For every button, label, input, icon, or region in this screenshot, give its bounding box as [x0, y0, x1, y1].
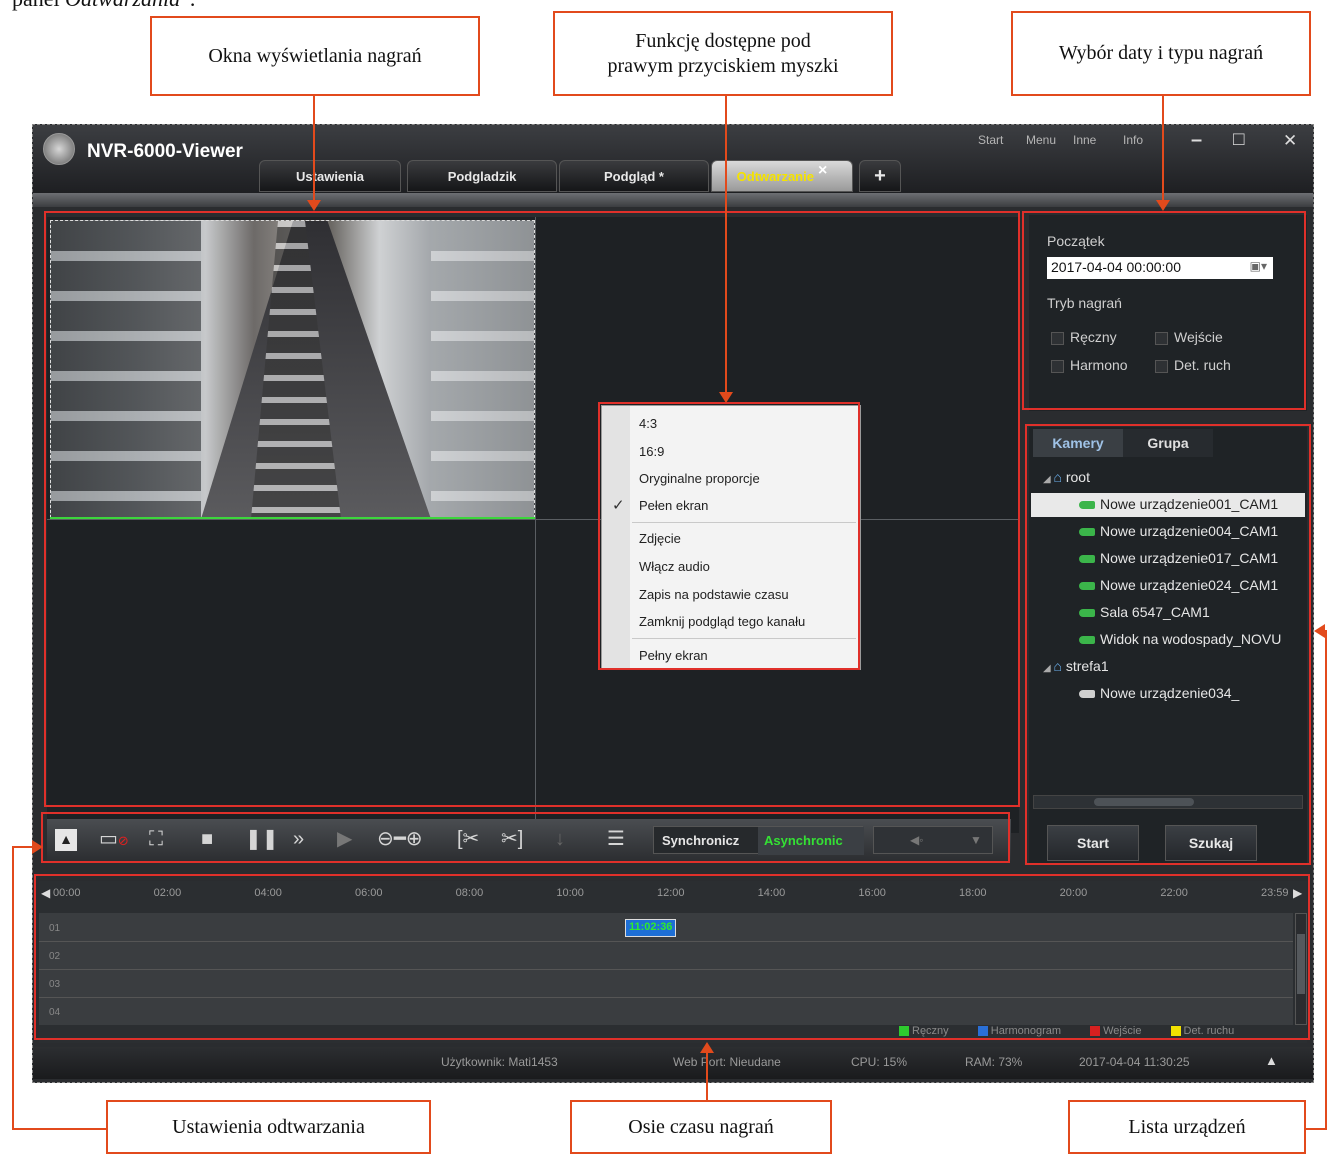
callout-playback-settings: Ustawienia odtwarzania — [106, 1100, 431, 1154]
status-datetime: 2017-04-04 11:30:25 — [1079, 1055, 1190, 1069]
callout-right-click: Funkcję dostępne pod prawym przyciskiem … — [553, 11, 893, 96]
tab-podglad[interactable]: Podgląd * — [559, 160, 709, 192]
callout-playback-settings-text: Ustawienia odtwarzania — [172, 1115, 365, 1138]
tab-podgladzik-label: Podgladzik — [447, 168, 517, 184]
arrow-icon — [32, 840, 43, 854]
callout-recording-windows-text: Okna wyświetlania nagrań — [208, 44, 422, 67]
toolbar-strip — [33, 193, 1313, 207]
doc-header: panel Odtwarzania”. — [12, 0, 195, 12]
status-cpu: CPU: 15% — [851, 1055, 908, 1069]
highlight-context-menu — [598, 402, 860, 670]
callout-right-click-line2: prawym przyciskiem myszki — [607, 54, 839, 77]
menu-inne[interactable]: Inne — [1073, 133, 1096, 147]
callout-device-list: Lista urządzeń — [1068, 1100, 1306, 1154]
leader-line — [313, 96, 315, 202]
highlight-date-panel — [1022, 211, 1306, 410]
maximize-button[interactable]: □ — [1233, 129, 1244, 151]
callout-right-click-line1: Funkcję dostępne pod — [635, 29, 811, 52]
callout-recording-windows: Okna wyświetlania nagrań — [150, 16, 480, 96]
callout-date-type: Wybór daty i typu nagrań — [1011, 11, 1311, 96]
status-bar: Użytkownik: Mati1453 Web Port: Nieudane … — [33, 1047, 1313, 1079]
leader-line — [706, 1052, 708, 1100]
highlight-video-windows — [44, 211, 1020, 807]
tab-podgladzik[interactable]: Podgladzik — [407, 160, 557, 192]
arrow-icon — [700, 1042, 714, 1053]
leader-line — [12, 846, 14, 1130]
arrow-icon — [719, 392, 733, 403]
doc-header-prefix: panel — [12, 0, 65, 11]
tab-podglad-label: Podgląd * — [604, 168, 664, 184]
menu-start[interactable]: Start — [978, 133, 1003, 147]
tab-close-icon[interactable]: × — [818, 162, 827, 180]
menu-info[interactable]: Info — [1123, 133, 1143, 147]
tab-ustawienia[interactable]: Ustawienia — [259, 160, 401, 192]
callout-device-list-text: Lista urządzeń — [1128, 1115, 1246, 1138]
close-window-button[interactable]: ✕ — [1283, 131, 1297, 151]
arrow-icon — [307, 200, 321, 211]
doc-header-end: ”. — [180, 0, 195, 11]
menu-menu[interactable]: Menu — [1026, 133, 1056, 147]
add-tab-button[interactable]: + — [859, 160, 901, 192]
leader-line — [1306, 1128, 1327, 1130]
title-bar: NVR-6000-Viewer Start Menu Inne Info – □… — [33, 125, 1313, 193]
arrow-icon — [1314, 624, 1325, 638]
callout-timeline-axes: Osie czasu nagrań — [570, 1100, 832, 1154]
plus-icon: + — [874, 164, 886, 187]
highlight-playback-controls — [41, 812, 1010, 863]
tab-odtwarzanie-label: Odtwarzanie — [736, 168, 814, 184]
callout-timeline-axes-text: Osie czasu nagrań — [628, 1115, 774, 1138]
app-logo-icon — [43, 133, 75, 165]
highlight-device-list — [1025, 424, 1311, 865]
doc-header-italic: Odtwarzania — [65, 0, 180, 11]
tab-odtwarzanie[interactable]: Odtwarzanie × — [711, 160, 853, 192]
status-ram: RAM: 73% — [965, 1055, 1023, 1069]
highlight-timeline — [34, 874, 1310, 1040]
status-web-port: Web Port: Nieudane — [673, 1055, 781, 1069]
status-user: Użytkownik: Mati1453 — [441, 1055, 558, 1069]
leader-line — [12, 846, 34, 848]
tab-ustawienia-label: Ustawienia — [296, 168, 364, 184]
arrow-icon — [1156, 200, 1170, 211]
expand-up-icon[interactable]: ▲ — [1265, 1053, 1278, 1068]
app-title: NVR-6000-Viewer — [87, 141, 243, 162]
minimize-button[interactable]: – — [1191, 129, 1202, 152]
leader-line — [725, 96, 727, 394]
callout-date-type-text: Wybór daty i typu nagrań — [1058, 42, 1264, 64]
leader-line — [1162, 96, 1164, 202]
leader-line — [12, 1128, 108, 1130]
